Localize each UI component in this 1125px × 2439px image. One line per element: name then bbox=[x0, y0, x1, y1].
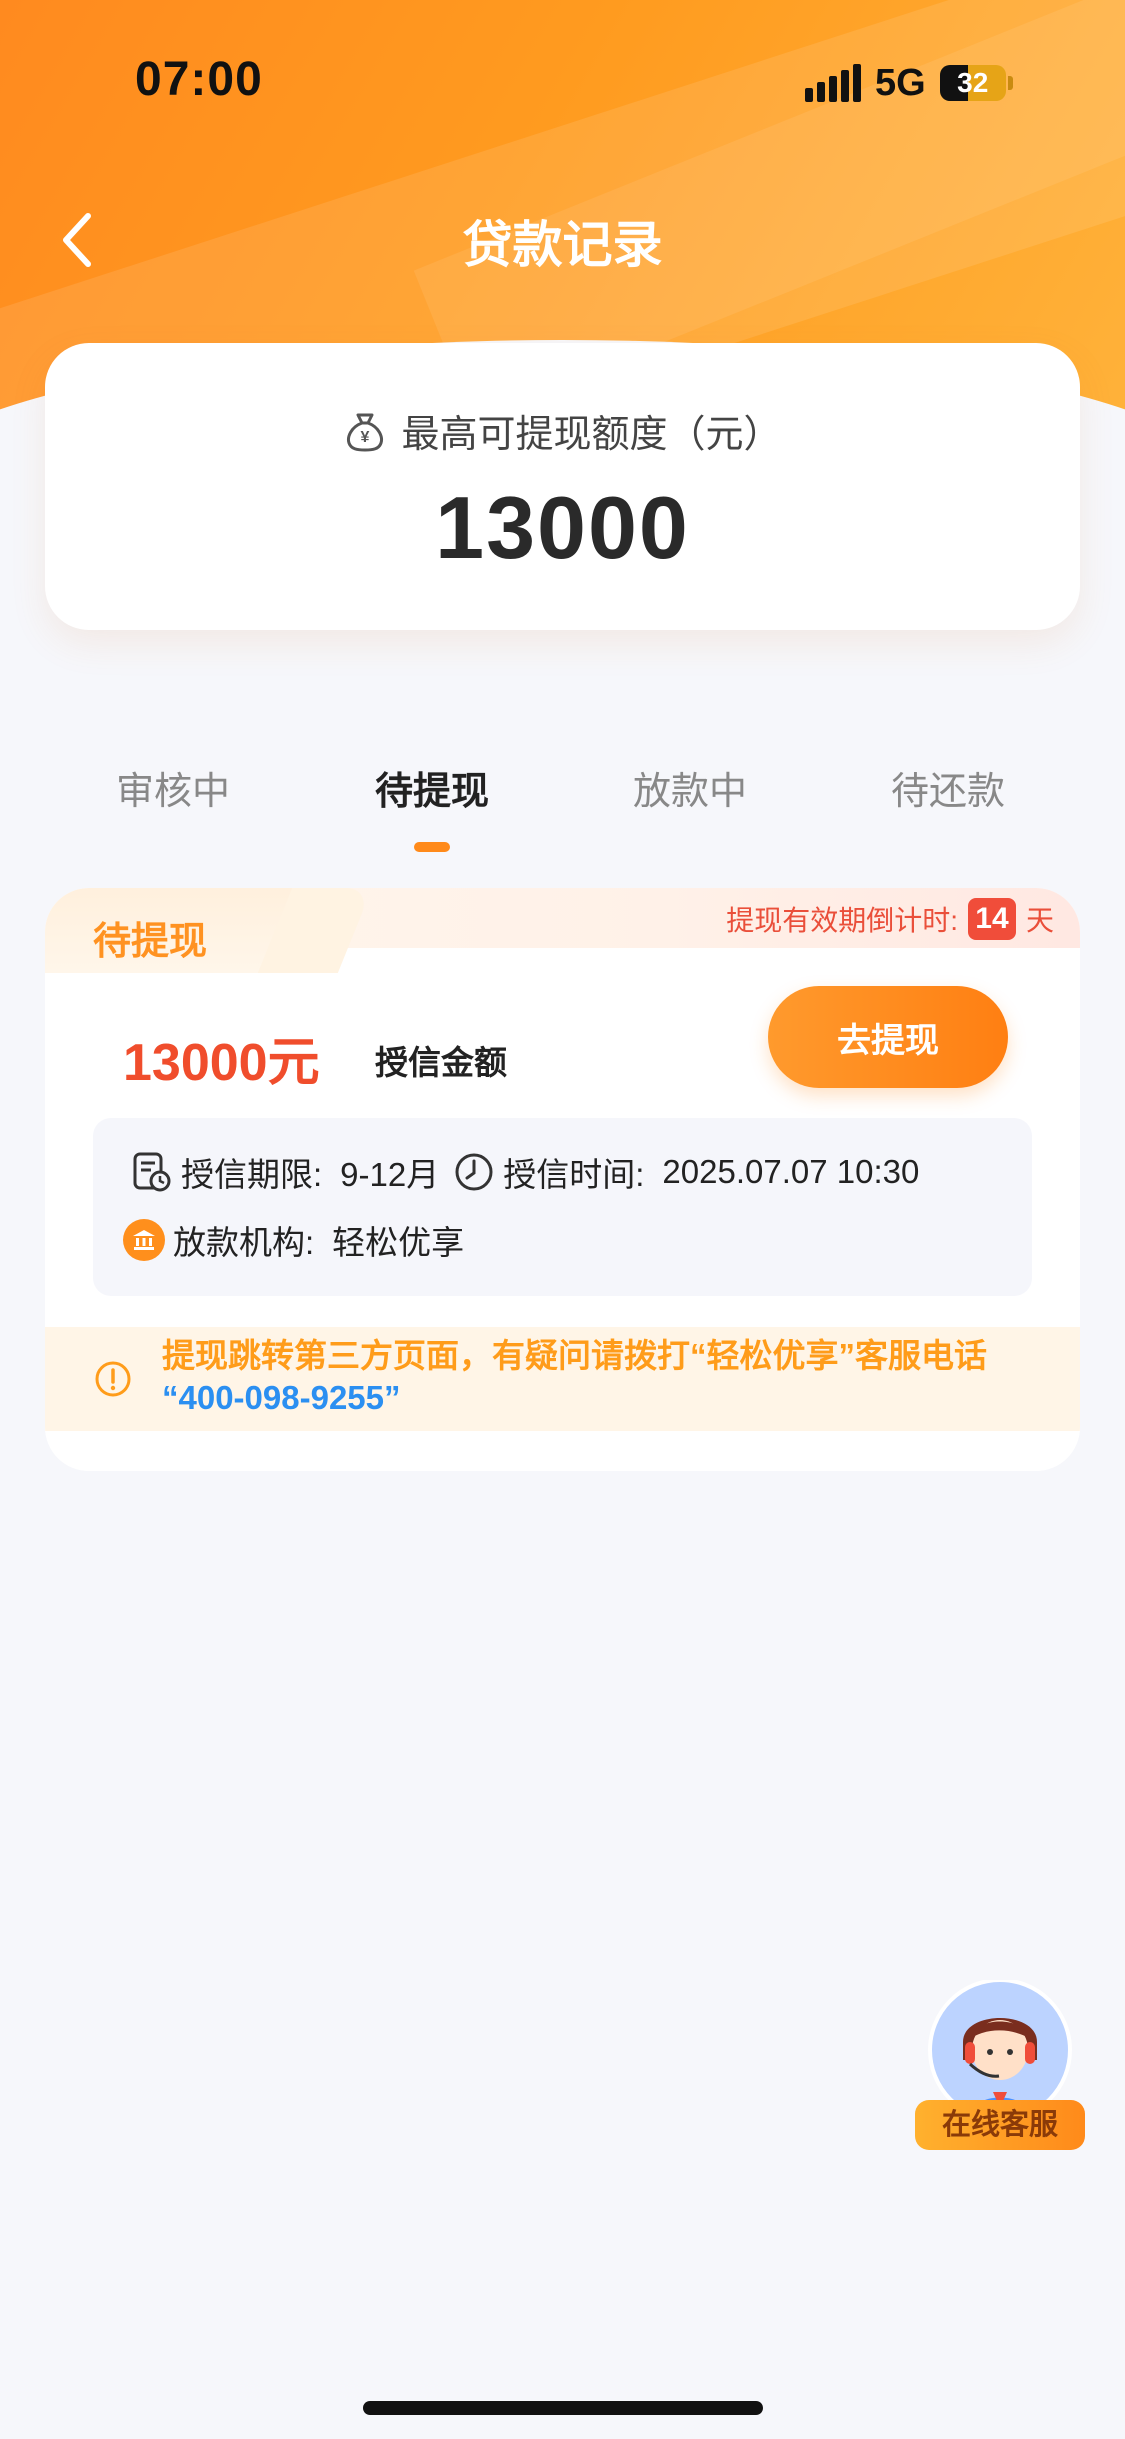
tab-pending-repayment[interactable]: 待还款 bbox=[838, 760, 1058, 815]
credit-term-value: 9-12月 bbox=[340, 1156, 440, 1193]
credit-time-value: 2025.07.07 10:30 bbox=[662, 1153, 920, 1190]
status-tabs: 审核中 待提现 放款中 待还款 bbox=[0, 760, 1125, 870]
tab-disbursing[interactable]: 放款中 bbox=[580, 760, 800, 815]
money-bag-icon: ¥ bbox=[347, 413, 384, 452]
tab-label: 待提现 bbox=[374, 771, 489, 813]
status-indicators: 5G 32 bbox=[805, 58, 1013, 108]
notice-bar: 提现跳转第三方页面，有疑问请拨打“轻松优享”客服电话 “400-098-9255… bbox=[45, 1327, 1080, 1431]
home-indicator bbox=[363, 2401, 763, 2415]
tab-label: 审核中 bbox=[115, 771, 230, 813]
notice-message: 提现跳转第三方页面，有疑问请拨打“轻松优享”客服电话 bbox=[162, 1337, 987, 1374]
status-time: 07:00 bbox=[135, 53, 263, 106]
credit-time-label: 授信时间: bbox=[503, 1156, 645, 1193]
withdraw-button[interactable]: 去提现 bbox=[768, 986, 1008, 1088]
countdown-label: 提现有效期倒计时: bbox=[726, 905, 958, 936]
record-status: 待提现 bbox=[93, 921, 208, 963]
tab-label: 放款中 bbox=[632, 771, 747, 813]
countdown-badge: 14 bbox=[967, 898, 1016, 940]
online-service-label: 在线客服 bbox=[915, 2100, 1085, 2150]
tab-label: 待还款 bbox=[890, 771, 1005, 813]
quota-value: 13000 bbox=[435, 478, 690, 577]
network-type: 5G bbox=[875, 61, 926, 104]
document-clock-icon bbox=[133, 1152, 171, 1192]
loan-record-card: 待提现 提现有效期倒计时: 14 天 13000元 授信金额 去提现 授信期限:… bbox=[45, 888, 1080, 1471]
clock-icon bbox=[455, 1153, 493, 1191]
credit-info-box: 授信期限: 9-12月 授信时间: 2025.07.07 10:30 放款机构:… bbox=[93, 1118, 1032, 1296]
battery-icon: 32 bbox=[939, 65, 1006, 101]
quota-label: 最高可提现额度（元） bbox=[401, 414, 782, 456]
agent-avatar-icon bbox=[928, 1980, 1072, 2120]
notice-text: 提现跳转第三方页面，有疑问请拨打“轻松优享”客服电话 “400-098-9255… bbox=[162, 1335, 1062, 1419]
credit-term-row: 授信期限: 9-12月 授信时间: 2025.07.07 10:30 bbox=[129, 1148, 919, 1196]
tab-pending-withdrawal[interactable]: 待提现 bbox=[322, 760, 542, 852]
bank-icon bbox=[123, 1219, 165, 1261]
info-circle-icon bbox=[95, 1361, 131, 1397]
credit-amount-label: 授信金额 bbox=[375, 1044, 507, 1081]
service-phone-link[interactable]: “400-098-9255” bbox=[162, 1379, 401, 1416]
tab-active-indicator bbox=[414, 842, 450, 852]
credit-amount: 13000元 bbox=[123, 1034, 320, 1092]
quota-card: ¥ 最高可提现额度（元） 13000 bbox=[45, 343, 1080, 630]
credit-term-label: 授信期限: bbox=[181, 1156, 323, 1193]
battery-level: 32 bbox=[957, 67, 989, 98]
lender-label: 放款机构: bbox=[173, 1224, 315, 1261]
lender-row: 放款机构: 轻松优享 bbox=[123, 1216, 464, 1264]
countdown: 提现有效期倒计时: 14 天 bbox=[726, 898, 1054, 940]
lender-value: 轻松优享 bbox=[332, 1224, 465, 1261]
signal-icon bbox=[805, 64, 861, 102]
tab-reviewing[interactable]: 审核中 bbox=[63, 760, 283, 815]
svg-text:¥: ¥ bbox=[361, 429, 370, 446]
countdown-unit: 天 bbox=[1025, 905, 1054, 936]
online-service-button[interactable]: 在线客服 bbox=[915, 1980, 1085, 2160]
page-title: 贷款记录 bbox=[462, 217, 663, 273]
